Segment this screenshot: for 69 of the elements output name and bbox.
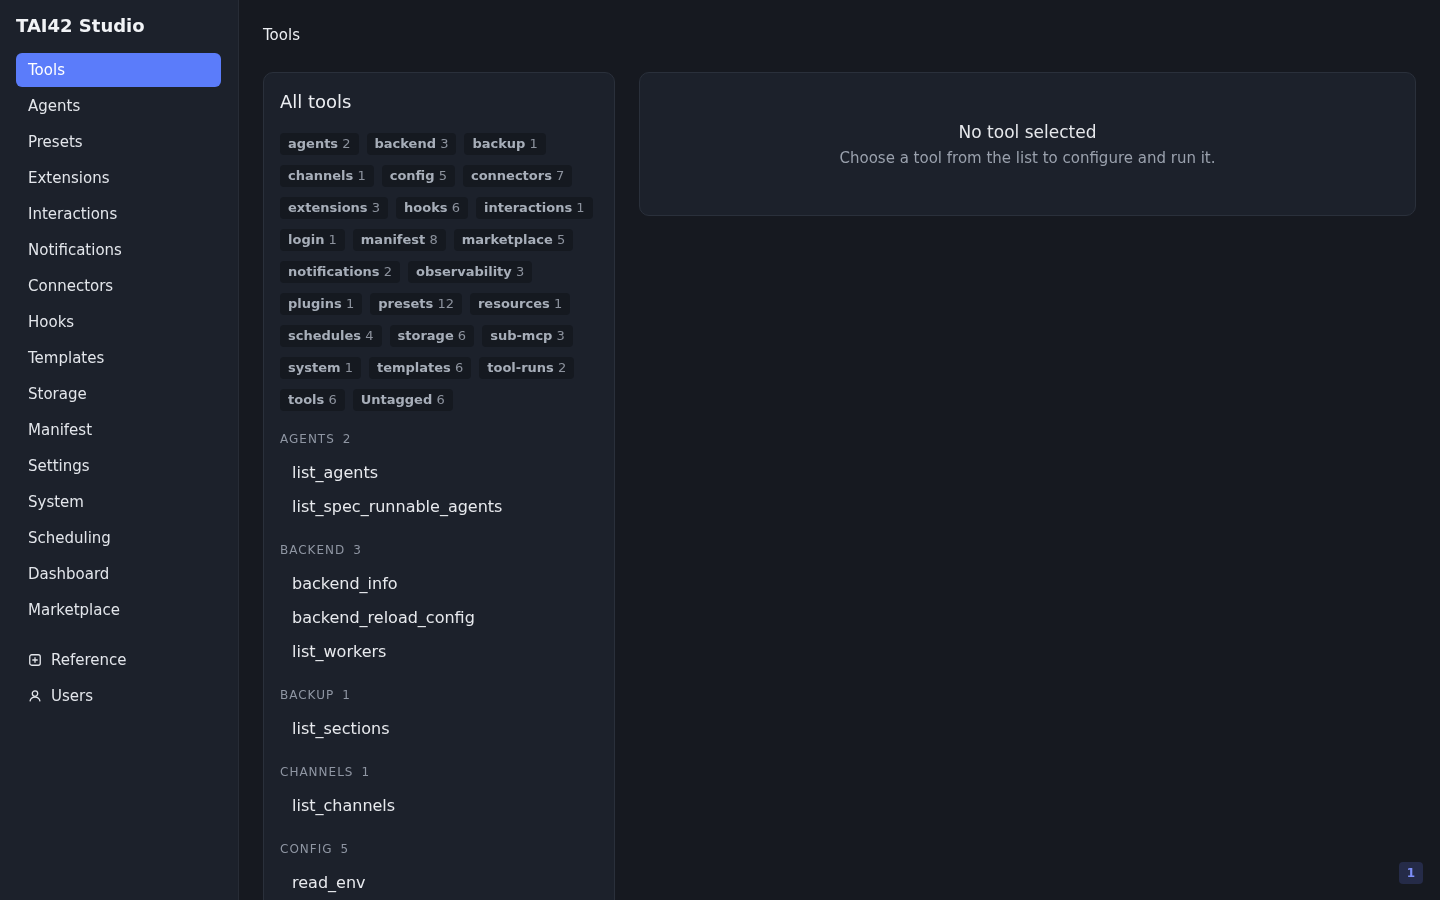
nav-item[interactable]: Presets	[16, 125, 221, 159]
section-heading: CONFIG	[280, 842, 333, 856]
panel-title: All tools	[280, 91, 352, 113]
nav-item[interactable]: Users	[16, 679, 221, 713]
tag-filter-chip[interactable]: extensions 3	[280, 197, 389, 219]
nav-item[interactable]: Hooks	[16, 305, 221, 339]
tag-filter-chip[interactable]: presets 12	[370, 293, 462, 315]
nav-item[interactable]: Storage	[16, 377, 221, 411]
section-heading: AGENTS	[280, 432, 335, 446]
tag-filter-chip[interactable]: tools 6	[280, 389, 345, 411]
tag-filter-chip[interactable]: marketplace 5	[453, 229, 574, 251]
tool-list-item[interactable]: list_workers	[280, 635, 399, 669]
tag-filter-chip[interactable]: tool-runs 2	[479, 357, 575, 379]
tag-filter-chip[interactable]: channels 1	[280, 165, 374, 187]
tag-filter-chip[interactable]: manifest 8	[352, 229, 446, 251]
nav-item[interactable]: Settings	[16, 449, 221, 483]
tag-filter-chip[interactable]: system 1	[280, 357, 361, 379]
nav-item[interactable]: Reference	[16, 643, 221, 677]
tool-list-item[interactable]: list_spec_runnable_agents	[280, 490, 515, 524]
tag-filter-chip[interactable]: backup 1	[464, 133, 546, 155]
nav-item[interactable]: Dashboard	[16, 557, 221, 591]
tag-filter-chip[interactable]: config 5	[381, 165, 455, 187]
tool-list-item[interactable]: read_env	[280, 866, 378, 900]
nav-item[interactable]: Tools	[16, 53, 221, 87]
section-count: 1	[342, 688, 351, 702]
section-count: 2	[342, 432, 352, 446]
tag-filter-chip[interactable]: templates 6	[368, 357, 472, 379]
tag-filter-chip[interactable]: login 1	[280, 229, 345, 251]
nav-item[interactable]: Marketplace	[16, 593, 221, 627]
tag-filter-chip[interactable]: resources 1	[469, 293, 571, 315]
page-title: Tools	[263, 25, 300, 46]
nav-item[interactable]: Extensions	[16, 161, 221, 195]
nav-item[interactable]: Agents	[16, 89, 221, 123]
plus-square-icon	[29, 654, 41, 666]
tag-filter-chip[interactable]: agents 2	[280, 133, 359, 155]
tag-filter-chip[interactable]: backend 3	[366, 133, 457, 155]
nav-item[interactable]: Templates	[16, 341, 221, 375]
tag-filter-chip[interactable]: observability 3	[408, 261, 533, 283]
section-heading: BACKUP	[280, 688, 335, 702]
nav-item[interactable]: Notifications	[16, 233, 221, 267]
app-title: TAI42 Studio	[16, 15, 146, 37]
tool-list-item[interactable]: list_agents	[280, 456, 391, 490]
tag-filter-chip[interactable]: plugins 1	[280, 293, 363, 315]
tag-filter-chip[interactable]: interactions 1	[475, 197, 593, 219]
tag-filter-chip[interactable]: schedules 4	[280, 325, 382, 347]
tag-filter-chip[interactable]: Untagged 6	[352, 389, 453, 411]
section-count: 5	[340, 842, 350, 856]
tag-filter-chip[interactable]: notifications 2	[280, 261, 400, 283]
count-badge: 1	[1399, 862, 1423, 884]
tag-filter-chip[interactable]: storage 6	[389, 325, 475, 347]
section-count: 3	[353, 543, 362, 557]
section-count: 1	[361, 765, 371, 779]
tool-list-item[interactable]: list_sections	[280, 712, 402, 746]
nav-item[interactable]: Connectors	[16, 269, 221, 303]
nav-item[interactable]: System	[16, 485, 221, 519]
tag-filter-chip[interactable]: connectors 7	[462, 165, 573, 187]
tool-list-item[interactable]: list_channels	[280, 789, 408, 823]
tag-filter-chip[interactable]: sub-mcp 3	[482, 325, 573, 347]
nav-item[interactable]: Interactions	[16, 197, 221, 231]
person-icon	[29, 690, 41, 702]
tag-filter-chip[interactable]: hooks 6	[396, 197, 468, 219]
nav-item[interactable]: Manifest	[16, 413, 221, 447]
section-heading: CHANNELS	[280, 765, 354, 779]
tool-list-item[interactable]: backend_info	[280, 567, 410, 601]
nav-item[interactable]: Scheduling	[16, 521, 221, 555]
section-heading: BACKEND	[280, 543, 346, 557]
empty-state-title: No tool selected	[958, 120, 1097, 143]
empty-state-message: Choose a tool from the list to configure and run it.	[839, 147, 1216, 168]
tool-list-item[interactable]: backend_reload_config	[280, 601, 487, 635]
